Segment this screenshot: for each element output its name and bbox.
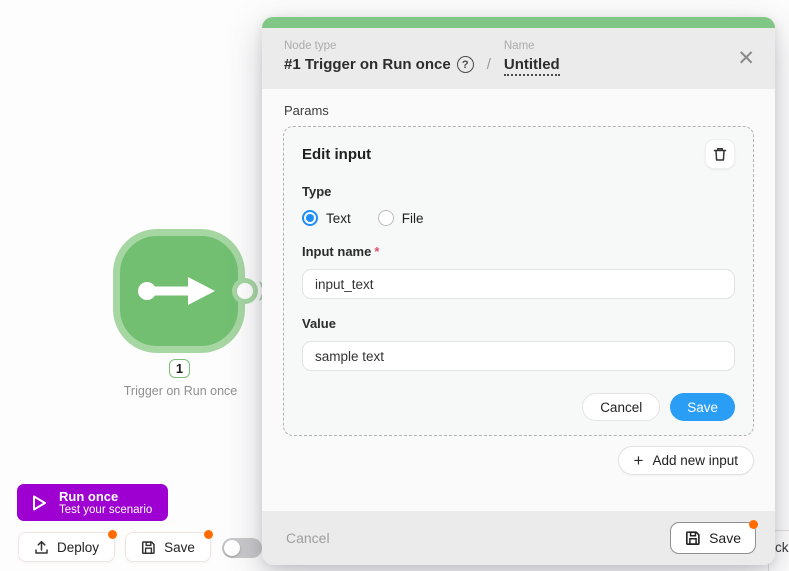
modal-save-label: Save xyxy=(709,530,741,546)
input-name-label: Input name* xyxy=(302,244,735,259)
node-label: Trigger on Run once xyxy=(103,384,258,398)
add-new-input-label: Add new input xyxy=(652,453,738,468)
card-save-button[interactable]: Save xyxy=(670,393,735,421)
input-name-label-text: Input name xyxy=(302,244,371,259)
close-icon[interactable]: ✕ xyxy=(737,40,757,69)
value-label: Value xyxy=(302,316,735,331)
unsaved-indicator-dot xyxy=(204,530,213,539)
canvas-save-label: Save xyxy=(164,540,195,555)
radio-selected-icon[interactable] xyxy=(302,210,318,226)
save-icon xyxy=(141,540,156,555)
run-once-title: Run once xyxy=(59,489,152,504)
run-once-button[interactable]: Run once Test your scenario xyxy=(17,484,168,521)
radio-unselected-icon[interactable] xyxy=(378,210,394,226)
canvas-save-button[interactable]: Save xyxy=(125,532,211,562)
node-name-editable[interactable]: Untitled xyxy=(504,56,560,76)
node-name-group: Name Untitled xyxy=(504,40,560,76)
node-settings-modal: Node type #1 Trigger on Run once ? / Nam… xyxy=(262,17,775,565)
play-icon xyxy=(31,494,48,512)
node-type-value: #1 Trigger on Run once xyxy=(284,56,451,73)
trash-icon xyxy=(713,147,727,162)
toggle-knob xyxy=(224,540,240,556)
node-type-label: Node type xyxy=(284,40,474,52)
card-title: Edit input xyxy=(302,139,371,163)
radio-text-label: Text xyxy=(326,211,351,226)
deploy-label: Deploy xyxy=(57,540,99,555)
run-once-subtitle: Test your scenario xyxy=(59,504,152,517)
modal-save-button[interactable]: Save xyxy=(670,522,756,554)
card-cancel-button[interactable]: Cancel xyxy=(582,393,660,421)
add-new-input-button[interactable]: + Add new input xyxy=(618,446,755,475)
modal-cancel-button[interactable]: Cancel xyxy=(286,530,330,546)
type-radio-group: Text File xyxy=(302,210,735,226)
input-name-field[interactable] xyxy=(302,269,735,299)
help-icon[interactable]: ? xyxy=(457,56,474,73)
modal-body: Params Edit input Type Text xyxy=(262,89,775,511)
radio-option-text[interactable]: Text xyxy=(302,210,351,226)
radio-option-file[interactable]: File xyxy=(378,210,424,226)
delete-input-button[interactable] xyxy=(705,139,735,169)
unsaved-indicator-dot xyxy=(749,520,758,529)
save-icon xyxy=(685,530,701,546)
modal-accent-bar xyxy=(262,17,775,28)
arrow-right-icon xyxy=(136,271,222,311)
edit-input-card: Edit input Type Text File xyxy=(283,126,754,436)
modal-footer: Cancel Save xyxy=(262,511,775,565)
toggle-switch-off[interactable] xyxy=(222,538,262,558)
header-separator: / xyxy=(487,56,491,73)
node-type-group: Node type #1 Trigger on Run once ? xyxy=(284,40,474,73)
plus-icon: + xyxy=(634,452,644,469)
modal-header: Node type #1 Trigger on Run once ? / Nam… xyxy=(262,28,775,89)
deploy-button[interactable]: Deploy xyxy=(18,532,115,562)
value-field[interactable] xyxy=(302,341,735,371)
radio-file-label: File xyxy=(402,211,424,226)
required-asterisk: * xyxy=(374,244,379,259)
name-label: Name xyxy=(504,40,560,52)
node-order-badge: 1 xyxy=(169,359,190,378)
type-label: Type xyxy=(302,184,735,199)
upload-icon xyxy=(34,540,49,555)
unsaved-indicator-dot xyxy=(108,530,117,539)
trigger-node[interactable] xyxy=(113,229,245,353)
params-section-label: Params xyxy=(284,103,754,118)
